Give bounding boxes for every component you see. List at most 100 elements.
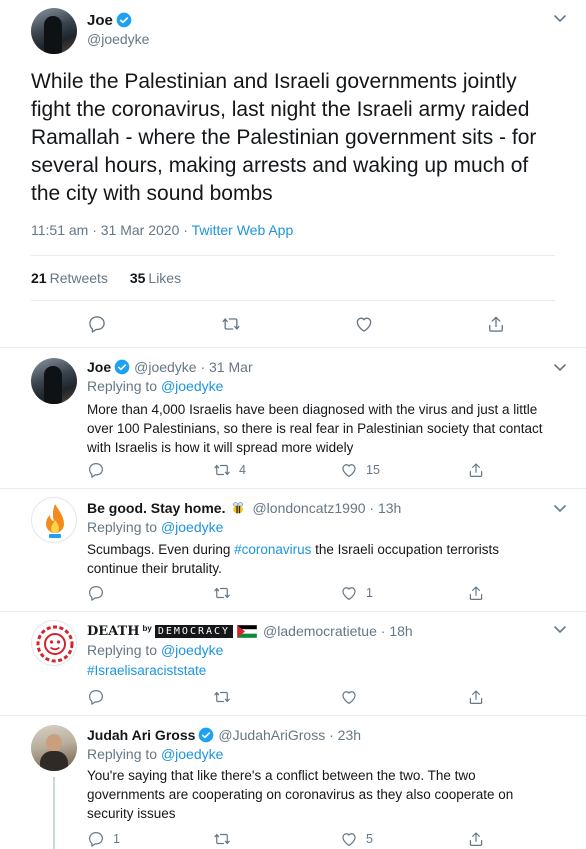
share-action[interactable] <box>467 688 485 706</box>
retweet-icon <box>214 691 230 703</box>
chevron-down-icon[interactable] <box>553 504 567 514</box>
mention-link[interactable]: @joedyke <box>161 519 223 535</box>
flame-logo-icon <box>46 504 64 538</box>
verified-badge-icon <box>114 359 130 375</box>
replying-to: Replying to @joedyke <box>87 642 223 658</box>
like-count: 5 <box>366 832 373 846</box>
retweets-count: 21 <box>31 270 47 286</box>
avatar[interactable] <box>31 497 77 543</box>
replying-to: Replying to @joedyke <box>87 746 223 762</box>
author-handle[interactable]: @lademocratietue · 18h <box>263 623 413 639</box>
retweet-action[interactable] <box>213 584 239 602</box>
reply-icon <box>89 832 103 847</box>
chevron-down-icon[interactable] <box>553 625 567 635</box>
reply-count: 1 <box>113 832 120 846</box>
share-action[interactable] <box>467 461 485 479</box>
like-action[interactable]: 15 <box>340 461 380 479</box>
reply-action[interactable] <box>87 584 113 602</box>
like-icon <box>342 464 356 477</box>
divider <box>31 255 555 256</box>
reply-tweet[interactable]: Judah Ari Gross @JudahAriGross · 23h Rep… <box>0 717 586 849</box>
retweet-count: 4 <box>239 463 246 477</box>
like-action[interactable] <box>340 688 366 706</box>
replying-label: Replying to <box>87 642 158 658</box>
like-icon[interactable] <box>354 314 374 334</box>
reply-tweet[interactable]: Be good. Stay home. @londoncatz1990 · 13… <box>0 490 586 612</box>
hashtag-link[interactable]: #coronavirus <box>234 542 311 557</box>
tweet-text: While the Palestinian and Israeli govern… <box>31 70 537 205</box>
reply-tweet[interactable]: DEATH by DEMOCRACY @lademocratietue · 18… <box>0 613 586 716</box>
author-handle[interactable]: @londoncatz1990 · 13h <box>252 500 401 516</box>
replying-to: Replying to @joedyke <box>87 378 223 394</box>
author-name[interactable]: Joe <box>87 12 113 29</box>
author-name[interactable]: Be good. Stay home. <box>87 500 225 516</box>
reply-actions <box>87 688 507 706</box>
reply-text: #Israelisaraciststate <box>87 661 557 680</box>
avatar[interactable] <box>31 358 77 404</box>
replying-label: Replying to <box>87 519 158 535</box>
author-handle[interactable]: @joedyke <box>87 31 149 47</box>
author-handle[interactable]: @joedyke · 31 Mar <box>134 359 252 375</box>
retweet-icon[interactable] <box>221 314 241 334</box>
tweet-source-link[interactable]: Twitter Web App <box>192 222 294 238</box>
lion-logo-icon <box>36 625 74 663</box>
retweets-stat[interactable]: 21 Retweets <box>31 270 108 286</box>
reply-text-start: Scumbags. Even during <box>87 542 235 557</box>
tweet-meta: 11:51 am · 31 Mar 2020 · Twitter Web App <box>31 222 293 238</box>
engagement-stats: 21 Retweets 35 Likes <box>31 270 181 286</box>
mention-link[interactable]: @joedyke <box>161 746 223 762</box>
tweet-timestamp[interactable]: 11:51 am · 31 Mar 2020 · <box>31 222 192 238</box>
like-action[interactable]: 1 <box>340 584 373 602</box>
like-icon <box>342 587 356 600</box>
share-icon[interactable] <box>486 314 506 334</box>
share-icon <box>469 832 483 846</box>
hashtag-link[interactable]: #Israelisaraciststate <box>87 663 206 678</box>
chevron-down-icon[interactable] <box>553 363 567 373</box>
bee-emoji-icon <box>233 502 244 514</box>
author-handle[interactable]: @JudahAriGross · 23h <box>218 727 361 743</box>
author-name[interactable]: Judah Ari Gross <box>87 727 195 743</box>
verified-badge-icon <box>199 727 214 743</box>
author-name[interactable]: DEATH <box>87 624 140 639</box>
divider <box>31 300 555 301</box>
reply-text: You're saying that like there's a confli… <box>87 768 514 821</box>
reply-action[interactable]: 1 <box>87 830 120 848</box>
chevron-down-icon[interactable] <box>553 14 567 24</box>
retweet-action[interactable]: 4 <box>213 461 246 479</box>
palestine-flag-icon <box>237 624 258 638</box>
author-name-by: by <box>142 623 152 633</box>
reply-tweet[interactable]: Joe @joedyke · 31 Mar Replying to @joedy… <box>0 349 586 489</box>
verified-badge-icon <box>116 12 132 28</box>
mention-link[interactable]: @joedyke <box>161 642 223 658</box>
retweet-icon <box>214 464 230 476</box>
share-action[interactable] <box>467 830 485 848</box>
like-action[interactable]: 5 <box>340 830 373 848</box>
reply-action[interactable] <box>87 688 113 706</box>
reply-icon <box>89 463 103 478</box>
main-tweet: Joe @joedyke While the Palestinian and I… <box>0 0 586 348</box>
like-count: 1 <box>366 586 373 600</box>
reply-header: Joe @joedyke · 31 Mar <box>87 359 253 375</box>
replying-label: Replying to <box>87 378 158 394</box>
like-icon <box>342 833 356 846</box>
retweet-action[interactable] <box>213 688 239 706</box>
retweets-label: Retweets <box>49 270 108 286</box>
reply-action[interactable] <box>87 461 113 479</box>
retweet-action[interactable] <box>213 830 239 848</box>
like-count: 15 <box>366 463 380 477</box>
avatar[interactable] <box>31 620 77 666</box>
mention-link[interactable]: @joedyke <box>161 378 223 394</box>
author-name-tag: DEMOCRACY <box>154 624 234 638</box>
reply-header: DEATH by DEMOCRACY @lademocratietue · 18… <box>87 623 413 639</box>
likes-stat[interactable]: 35 Likes <box>130 270 181 286</box>
avatar[interactable] <box>31 725 77 771</box>
reply-text: Scumbags. Even during #coronavirus the I… <box>87 540 527 578</box>
author-block: Joe @joedyke <box>87 10 149 48</box>
reply-icon[interactable] <box>87 314 107 334</box>
reply-icon <box>89 690 103 705</box>
reply-header: Judah Ari Gross @JudahAriGross · 23h <box>87 727 361 743</box>
author-name[interactable]: Joe <box>87 359 111 375</box>
share-action[interactable] <box>467 584 485 602</box>
reply-icon <box>89 586 103 601</box>
avatar[interactable] <box>31 8 77 54</box>
